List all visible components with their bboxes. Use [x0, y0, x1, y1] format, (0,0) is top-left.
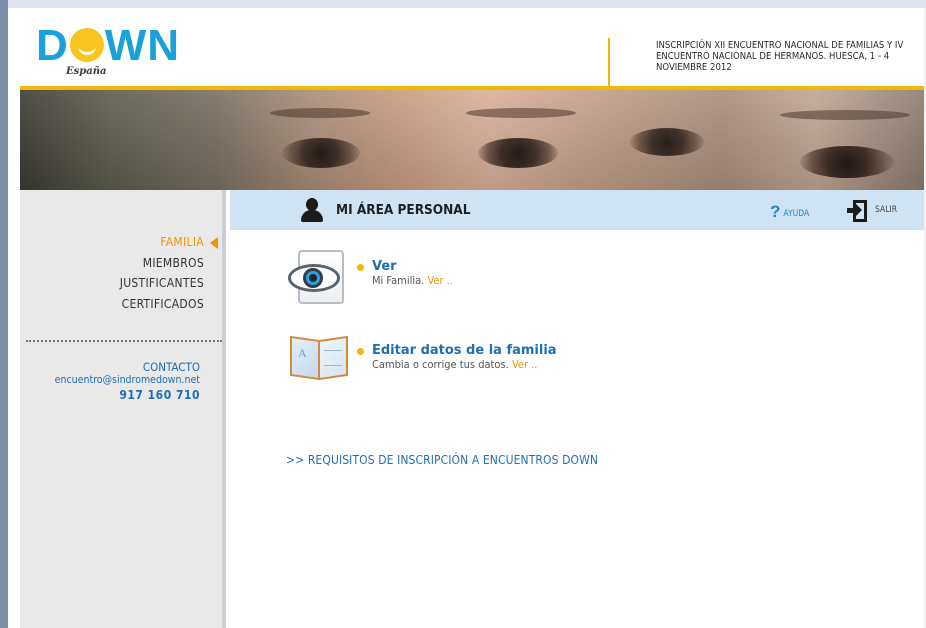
event-title: INSCRIPCIÓN XII ENCUENTRO NACIONAL DE FA…: [656, 40, 904, 73]
item-title[interactable]: Editar datos de la familia: [372, 343, 557, 358]
sidebar-nav: FAMILIA MIEMBROS JUSTIFICANTES CERTIFICA…: [120, 232, 218, 315]
header-divider: [608, 38, 610, 88]
sidebar-item-familia[interactable]: FAMILIA: [120, 232, 204, 253]
item-description: Cambia o corrige tus datos. Ver ..: [372, 358, 538, 371]
header-banner-photo: [20, 90, 924, 190]
active-arrow-icon: [210, 237, 218, 249]
down-espana-logo[interactable]: D WN España: [36, 22, 186, 82]
view-document-icon[interactable]: [288, 246, 350, 304]
open-book-icon[interactable]: A: [288, 330, 350, 388]
help-label: AYUDA: [783, 209, 810, 219]
smiley-logo-icon: [69, 28, 104, 62]
requirements-link[interactable]: >> REQUISITOS DE INSCRIPCIÓN A ENCUENTRO…: [286, 453, 598, 467]
item-title[interactable]: Ver: [372, 259, 453, 274]
question-icon: ?: [770, 202, 781, 221]
contact-block: CONTACTO encuentro@sindromedown.net 917 …: [55, 360, 200, 403]
personal-area-toolbar: MI ÁREA PERSONAL ? AYUDA SALIR: [230, 190, 924, 230]
sidebar-item-miembros[interactable]: MIEMBROS: [120, 253, 204, 274]
logo-subtitle: España: [66, 66, 107, 77]
bullet-icon: [357, 348, 364, 355]
page: D WN España INSCRIPCIÓN XII ENCUENTRO NAC…: [20, 8, 924, 628]
sidebar-divider: [26, 340, 222, 342]
item-text: Ver Mi Familia. Ver ..: [357, 259, 453, 288]
help-button[interactable]: ? AYUDA: [770, 202, 809, 222]
item-description: Mi Familia. Ver ..: [372, 274, 453, 287]
contact-phone: 917 160 710: [119, 388, 200, 402]
window-left-edge: [0, 0, 8, 628]
logo-wordmark: D WN: [36, 21, 181, 70]
contact-title: CONTACTO: [142, 360, 200, 374]
ver-link[interactable]: Ver ..: [427, 274, 453, 287]
sidebar: FAMILIA MIEMBROS JUSTIFICANTES CERTIFICA…: [20, 190, 226, 628]
logout-label: SALIR: [875, 205, 898, 215]
ver-link[interactable]: Ver ..: [512, 358, 538, 371]
site-header: D WN España INSCRIPCIÓN XII ENCUENTRO NAC…: [20, 8, 924, 88]
contact-email-link[interactable]: encuentro@sindromedown.net: [55, 374, 200, 387]
page-title: MI ÁREA PERSONAL: [336, 202, 471, 218]
exit-door-icon: [847, 200, 867, 222]
sidebar-item-certificados[interactable]: CERTIFICADOS: [120, 294, 204, 315]
item-text: Editar datos de la familia Cambia o corr…: [357, 343, 557, 372]
window-top-edge: [8, 0, 926, 8]
bullet-icon: [357, 264, 364, 271]
user-icon: [300, 198, 324, 222]
sidebar-item-justificantes[interactable]: JUSTIFICANTES: [120, 273, 204, 294]
